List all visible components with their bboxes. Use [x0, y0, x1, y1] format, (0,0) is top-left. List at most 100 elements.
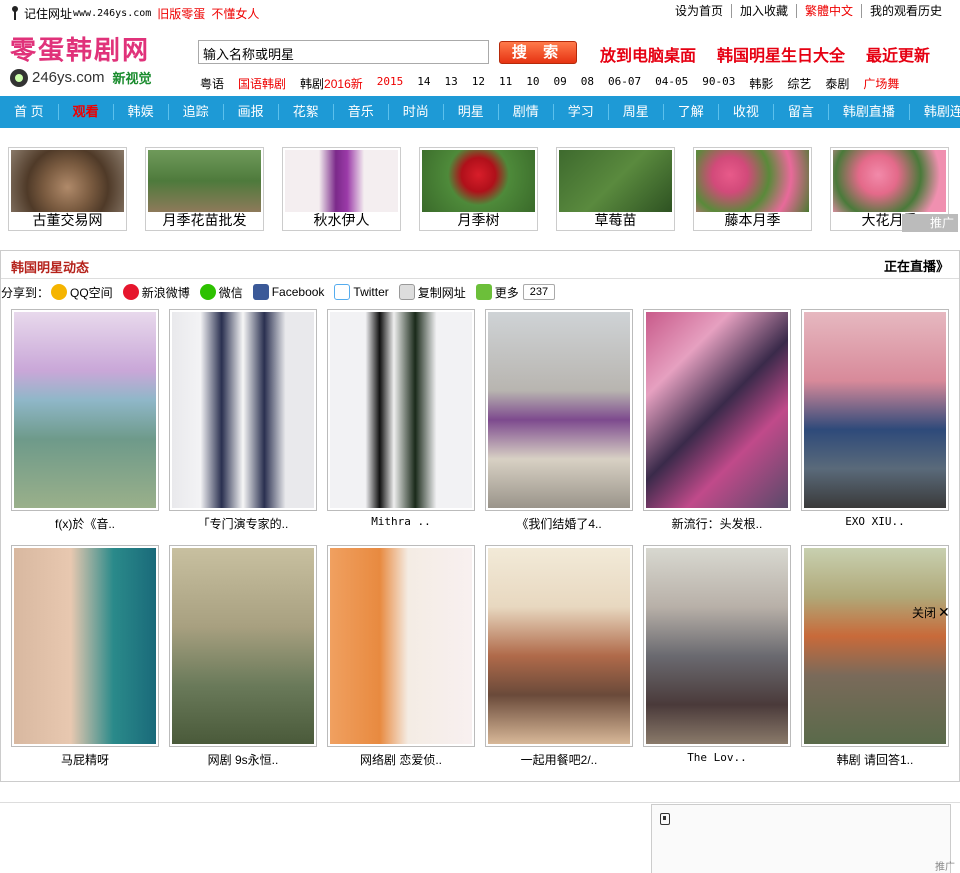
nav-item-plot[interactable]: 剧情	[499, 104, 554, 120]
news-thumb[interactable]	[801, 545, 949, 747]
news-caption[interactable]: 韩剧 请回答1..	[801, 751, 949, 768]
share-copy-url[interactable]: 复制网址	[398, 284, 466, 301]
nav-item-track[interactable]: 追踪	[169, 104, 224, 120]
news-caption[interactable]: 《我们结婚了4..	[485, 515, 633, 532]
category-link[interactable]: 韩影	[749, 75, 773, 92]
news-caption[interactable]: The Lov..	[643, 751, 791, 764]
category-link[interactable]: 韩剧	[300, 75, 324, 92]
category-link[interactable]: 12	[472, 75, 485, 92]
category-link[interactable]: 广场舞	[863, 75, 899, 92]
traditional-chinese-link[interactable]: 繁體中文	[795, 4, 861, 18]
news-caption[interactable]: 马屁精呀	[11, 751, 159, 768]
nav-item-fashion[interactable]: 时尚	[389, 104, 444, 120]
category-link[interactable]: 06-07	[608, 75, 641, 92]
star-birthday-link[interactable]: 韩国明星生日大全	[717, 42, 845, 66]
ad-tag[interactable]: 推广	[902, 214, 958, 232]
nav-item-stars[interactable]: 明星	[444, 104, 499, 120]
close-label: 关闭	[912, 606, 937, 620]
ad-caption: 月季树	[457, 212, 500, 228]
news-caption[interactable]: 「专门演专家的..	[169, 515, 317, 532]
nav-item-entertainment[interactable]: 韩娱	[114, 104, 169, 120]
category-link[interactable]: 11	[499, 75, 512, 92]
ad-item[interactable]: 草莓苗	[556, 147, 675, 231]
nav-item-weekly-star[interactable]: 周星	[609, 104, 664, 120]
watch-history-link[interactable]: 我的观看历史	[860, 4, 950, 18]
ad-image	[559, 150, 672, 212]
news-caption[interactable]: Mithra ..	[327, 515, 475, 528]
category-link[interactable]: 09	[554, 75, 567, 92]
news-thumb[interactable]	[485, 545, 633, 747]
nav-item-pictorial[interactable]: 画报	[224, 104, 279, 120]
live-now-link[interactable]: 正在直播》	[884, 256, 949, 275]
category-link[interactable]: 国语韩剧	[238, 75, 286, 92]
category-link[interactable]: 2016新	[324, 75, 363, 92]
close-ad-button[interactable]: 关闭 ✕	[912, 604, 950, 621]
ad-caption: 藤本月季	[724, 212, 781, 228]
wechat-icon	[199, 284, 216, 300]
add-to-desktop-link[interactable]: 放到电脑桌面	[600, 42, 696, 66]
category-link[interactable]: 粤语	[200, 75, 224, 92]
share-wechat[interactable]: 微信	[199, 284, 243, 301]
nav-item-understand[interactable]: 了解	[664, 104, 719, 120]
bottom-ad-tag: 推广	[935, 862, 955, 873]
nav-item-watch[interactable]: 观看	[59, 104, 114, 120]
category-link[interactable]: 08	[581, 75, 594, 92]
search-button[interactable]: 搜 索	[499, 41, 577, 64]
category-link[interactable]: 14	[417, 75, 430, 92]
search-input[interactable]: 输入名称或明星	[198, 40, 489, 64]
nav-item-music[interactable]: 音乐	[334, 104, 389, 120]
share-weibo-label: 新浪微博	[141, 285, 190, 300]
nav-item-learn[interactable]: 学习	[554, 104, 609, 120]
ad-item[interactable]: 月季树	[419, 147, 538, 231]
ad-image	[696, 150, 809, 212]
nav-item-serial[interactable]: 韩剧连载	[910, 104, 960, 120]
news-caption[interactable]: 一起用餐吧2/..	[485, 751, 633, 768]
site-logo[interactable]: 零蛋韩剧网 246ys.com 新视觉	[10, 36, 170, 92]
category-link[interactable]: 90-03	[702, 75, 735, 92]
news-caption[interactable]: f(x)於《音..	[11, 515, 159, 532]
ad-item[interactable]: 月季花苗批发	[145, 147, 264, 231]
add-favorite-link[interactable]: 加入收藏	[730, 4, 796, 18]
share-more[interactable]: 更多	[475, 284, 519, 301]
share-twitter[interactable]: Twitter	[334, 284, 389, 300]
news-caption[interactable]: EXO XIU..	[801, 515, 949, 528]
news-caption[interactable]: 网络剧 恋爱侦..	[327, 751, 475, 768]
remember-label: 记住网址	[24, 6, 73, 21]
news-thumb[interactable]	[643, 309, 791, 511]
recent-updates-link[interactable]: 最近更新	[866, 42, 930, 66]
nav-item-message[interactable]: 留言	[774, 104, 829, 120]
share-count: 237	[522, 284, 556, 300]
ad-item[interactable]: 藤本月季	[693, 147, 812, 231]
news-thumb[interactable]	[643, 545, 791, 747]
category-link[interactable]: 2015	[377, 75, 404, 92]
news-thumb[interactable]	[169, 545, 317, 747]
news-thumb[interactable]	[485, 309, 633, 511]
nav-item-ratings[interactable]: 收视	[719, 104, 774, 120]
news-caption[interactable]: 网剧 9s永恒..	[169, 751, 317, 768]
not-understand-link[interactable]: 不懂女人	[211, 5, 259, 22]
news-caption[interactable]: 新流行：头发根..	[643, 515, 791, 532]
news-thumb[interactable]	[801, 309, 949, 511]
nav-item-home[interactable]: 首 页	[0, 104, 59, 120]
category-link[interactable]: 10	[526, 75, 539, 92]
share-facebook[interactable]: Facebook	[252, 284, 324, 300]
category-link[interactable]: 13	[445, 75, 458, 92]
category-link[interactable]: 泰剧	[825, 75, 849, 92]
share-qzone[interactable]: QQ空间	[51, 284, 113, 301]
ad-item[interactable]: 古董交易网	[8, 147, 127, 231]
news-thumb[interactable]	[169, 309, 317, 511]
nav-item-live[interactable]: 韩剧直播	[829, 104, 910, 120]
ad-item[interactable]: 秋水伊人	[282, 147, 401, 231]
old-version-link[interactable]: 旧版零蛋	[157, 5, 205, 22]
news-thumb[interactable]	[11, 309, 159, 511]
category-link[interactable]: 04-05	[655, 75, 688, 92]
news-thumb[interactable]	[11, 545, 159, 747]
news-thumb[interactable]	[327, 309, 475, 511]
category-link[interactable]: 综艺	[787, 75, 811, 92]
set-homepage-link[interactable]: 设为首页	[667, 4, 731, 18]
share-copy-label: 复制网址	[417, 285, 466, 300]
share-weibo[interactable]: 新浪微博	[122, 284, 190, 301]
news-thumb[interactable]	[327, 545, 475, 747]
nav-item-behind-scenes[interactable]: 花絮	[279, 104, 334, 120]
bottom-ad[interactable]	[651, 804, 951, 873]
